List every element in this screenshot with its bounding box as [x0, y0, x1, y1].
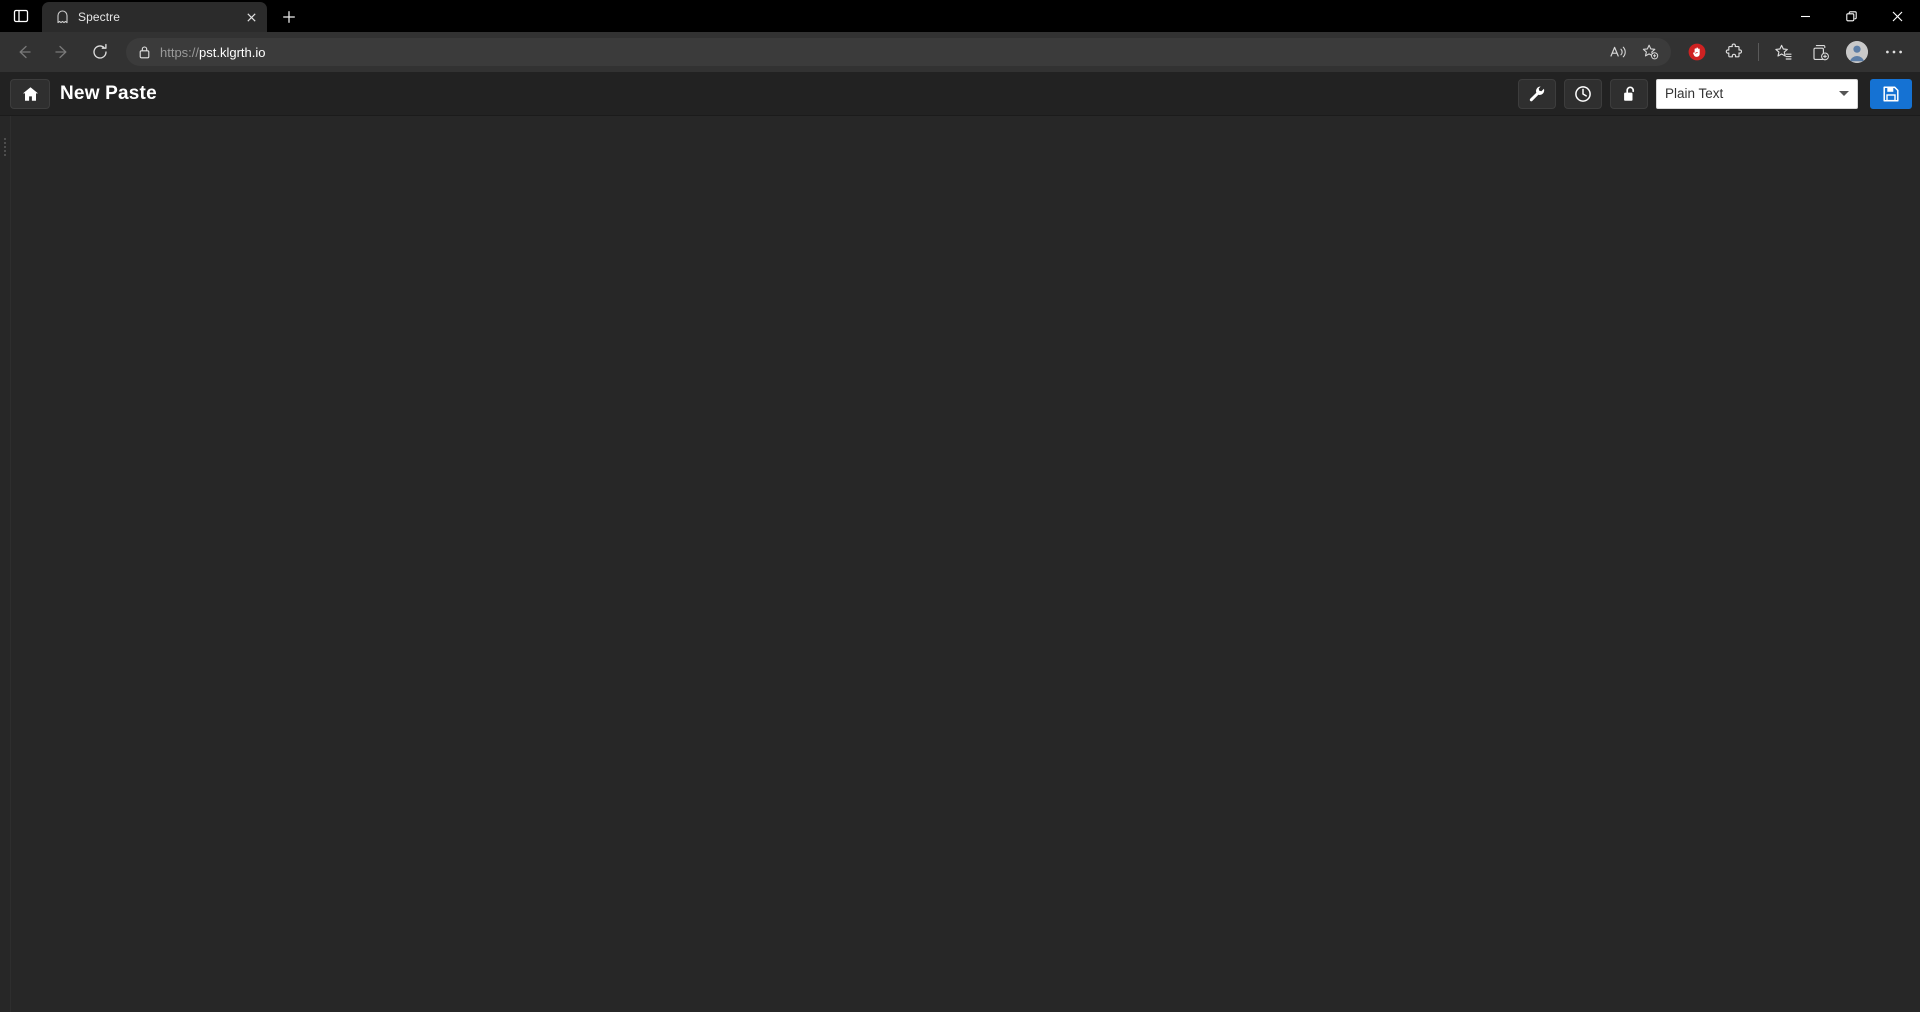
lock-glyph — [139, 46, 149, 59]
language-select-value: Plain Text — [1665, 86, 1724, 101]
floppy-disk-icon — [1883, 85, 1899, 102]
language-select[interactable]: Plain Text — [1656, 78, 1858, 109]
home-button[interactable] — [10, 78, 50, 109]
more-dots-glyph — [1886, 50, 1902, 54]
blocker-glyph — [1688, 43, 1706, 61]
window-controls — [1782, 0, 1920, 32]
url-scheme: https:// — [160, 44, 200, 60]
handle-dot — [4, 138, 6, 140]
ghost-icon — [54, 9, 70, 25]
app-header: New Paste Plain Text — [0, 72, 1920, 116]
page-title: New Paste — [60, 82, 157, 104]
back-arrow-icon — [19, 45, 31, 59]
clock-icon — [1575, 85, 1591, 102]
window-restore-button[interactable] — [1828, 0, 1874, 32]
options-button[interactable] — [1518, 78, 1556, 109]
tab-strip: Spectre — [0, 0, 1920, 32]
navigation-toolbar: https://pst.klgrth.io — [0, 32, 1920, 72]
collections-glyph — [1812, 44, 1829, 60]
settings-more-icon[interactable] — [1876, 36, 1912, 68]
favorites-icon[interactable] — [1765, 36, 1801, 68]
url-host: pst.klgrth.io — [199, 44, 266, 60]
browser-window: Spectre https://pst.klgrth.io New Paste … — [0, 0, 1920, 1012]
favorites-glyph — [1774, 44, 1792, 60]
new-tab-button[interactable] — [273, 2, 305, 32]
restore-icon — [1845, 10, 1857, 21]
paste-editor[interactable] — [10, 116, 1920, 1012]
chevron-down-icon — [1839, 91, 1849, 96]
toolbar-divider — [1758, 43, 1759, 61]
add-favorite-glyph — [1642, 44, 1659, 60]
handle-dot — [4, 150, 6, 152]
profile-avatar[interactable] — [1839, 36, 1875, 68]
tab-close-icon[interactable] — [241, 7, 261, 27]
address-bar-url: https://pst.klgrth.io — [160, 45, 1601, 60]
split-pane-icon — [13, 9, 29, 23]
save-button[interactable] — [1870, 78, 1912, 109]
browser-toolbar-actions — [1679, 36, 1914, 68]
handle-dot — [4, 146, 6, 148]
window-close-button[interactable] — [1874, 0, 1920, 32]
address-bar[interactable]: https://pst.klgrth.io — [126, 38, 1671, 66]
editor-gutter — [0, 116, 10, 1012]
encryption-button[interactable] — [1610, 78, 1648, 109]
forward-button[interactable] — [44, 36, 80, 68]
collections-icon[interactable] — [1802, 36, 1838, 68]
window-minimize-button[interactable] — [1782, 0, 1828, 32]
reload-icon — [93, 43, 107, 59]
add-favorite-star-icon[interactable] — [1635, 40, 1665, 64]
minimize-icon — [1800, 15, 1810, 17]
expiry-button[interactable] — [1564, 78, 1602, 109]
avatar-glyph — [1846, 41, 1868, 63]
reload-button[interactable] — [82, 36, 118, 68]
open-padlock-icon — [1623, 86, 1634, 101]
browser-tab[interactable]: Spectre — [42, 2, 267, 32]
ghost-glyph — [56, 10, 68, 24]
handle-dot — [4, 142, 6, 144]
wrench-icon — [1529, 86, 1545, 101]
close-glyph — [246, 12, 256, 22]
home-icon — [22, 86, 38, 101]
resize-handle[interactable] — [4, 138, 6, 156]
tab-title: Spectre — [78, 10, 121, 24]
avatar — [1846, 41, 1868, 63]
blocker-extension-icon[interactable] — [1679, 36, 1715, 68]
read-aloud-glyph — [1610, 46, 1626, 58]
read-aloud-icon[interactable] — [1603, 40, 1633, 64]
forward-arrow-icon — [55, 45, 67, 59]
close-icon — [1892, 11, 1902, 21]
plus-icon — [283, 11, 295, 23]
page-content: New Paste Plain Text — [0, 72, 1920, 1012]
lock-icon[interactable] — [130, 40, 158, 64]
editor-container — [0, 116, 1920, 1012]
puzzle-glyph — [1725, 43, 1742, 57]
app-toolbar: Plain Text — [1518, 78, 1912, 109]
extensions-puzzle-icon[interactable] — [1716, 36, 1752, 68]
back-button[interactable] — [6, 36, 42, 68]
address-bar-actions — [1603, 40, 1665, 64]
tab-actions-icon[interactable] — [0, 0, 42, 32]
handle-dot — [4, 154, 6, 156]
gutter-divider — [10, 116, 11, 1012]
